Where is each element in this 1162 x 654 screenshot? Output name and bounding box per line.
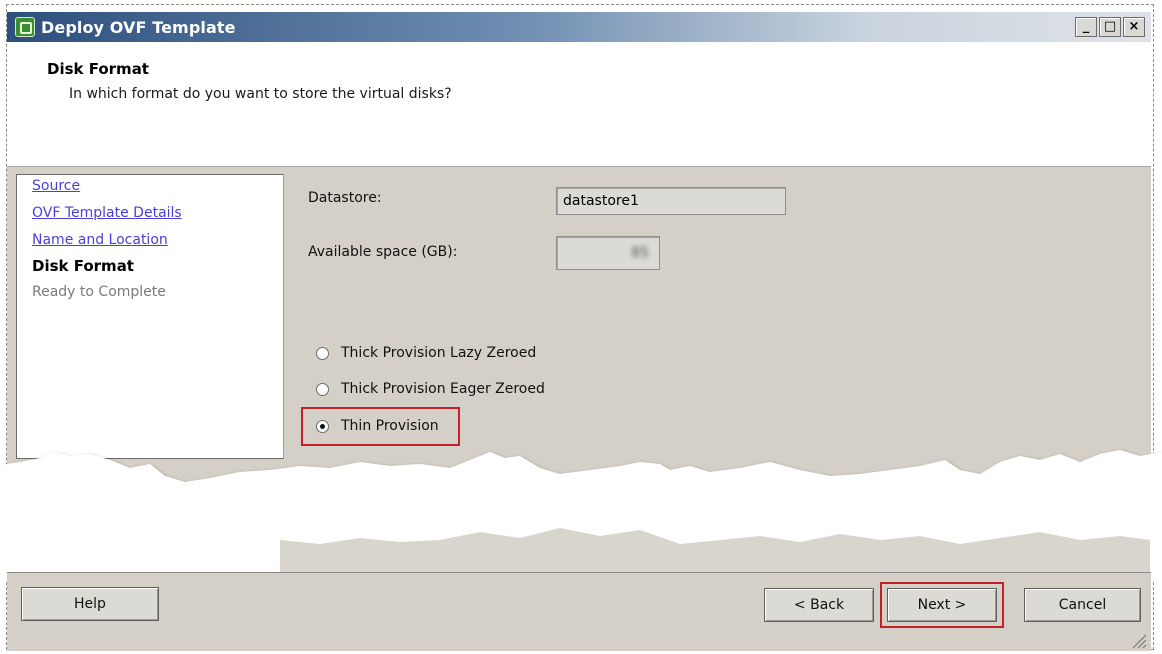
datastore-label: Datastore: (308, 190, 382, 206)
step-ready-to-complete: Ready to Complete (32, 284, 166, 300)
next-button[interactable]: Next > (887, 588, 997, 622)
wizard-header: Disk Format In which format do you want … (7, 42, 1151, 167)
maximize-button[interactable]: □ (1099, 17, 1121, 37)
thin-label: Thin Provision (341, 418, 439, 434)
thick-eager-label: Thick Provision Eager Zeroed (341, 381, 545, 397)
option-thick-lazy[interactable]: Thick Provision Lazy Zeroed (316, 345, 536, 361)
wizard-footer: Help < Back Next > Cancel (7, 572, 1151, 651)
available-space-value: 85 (631, 245, 649, 261)
datastore-field: datastore1 (556, 187, 786, 215)
close-button[interactable]: × (1123, 17, 1145, 37)
title-bar[interactable]: Deploy OVF Template _ □ × (7, 12, 1151, 42)
minimize-button[interactable]: _ (1075, 17, 1097, 37)
page-subtitle: In which format do you want to store the… (69, 86, 452, 102)
thick-eager-radio[interactable] (316, 382, 329, 396)
option-thin[interactable]: Thin Provision (316, 418, 439, 434)
available-space-label: Available space (GB): (308, 244, 458, 260)
app-icon (15, 17, 35, 37)
available-space-field: 85 (556, 236, 660, 270)
datastore-value: datastore1 (563, 193, 639, 209)
step-name-and-location[interactable]: Name and Location (32, 232, 168, 248)
window-title: Deploy OVF Template (41, 18, 236, 37)
help-button[interactable]: Help (21, 587, 159, 621)
torn-paper-divider (0, 450, 1162, 580)
step-ovf-template-details[interactable]: OVF Template Details (32, 205, 182, 221)
thick-lazy-radio[interactable] (316, 346, 329, 360)
back-button[interactable]: < Back (764, 588, 874, 622)
step-disk-format: Disk Format (32, 257, 134, 275)
option-thick-eager[interactable]: Thick Provision Eager Zeroed (316, 381, 545, 397)
resize-grip-icon[interactable] (1129, 631, 1147, 649)
thick-lazy-label: Thick Provision Lazy Zeroed (341, 345, 537, 361)
step-source[interactable]: Source (32, 178, 80, 194)
thin-radio[interactable] (316, 419, 329, 433)
page-title: Disk Format (47, 60, 149, 78)
cancel-button[interactable]: Cancel (1024, 588, 1141, 622)
